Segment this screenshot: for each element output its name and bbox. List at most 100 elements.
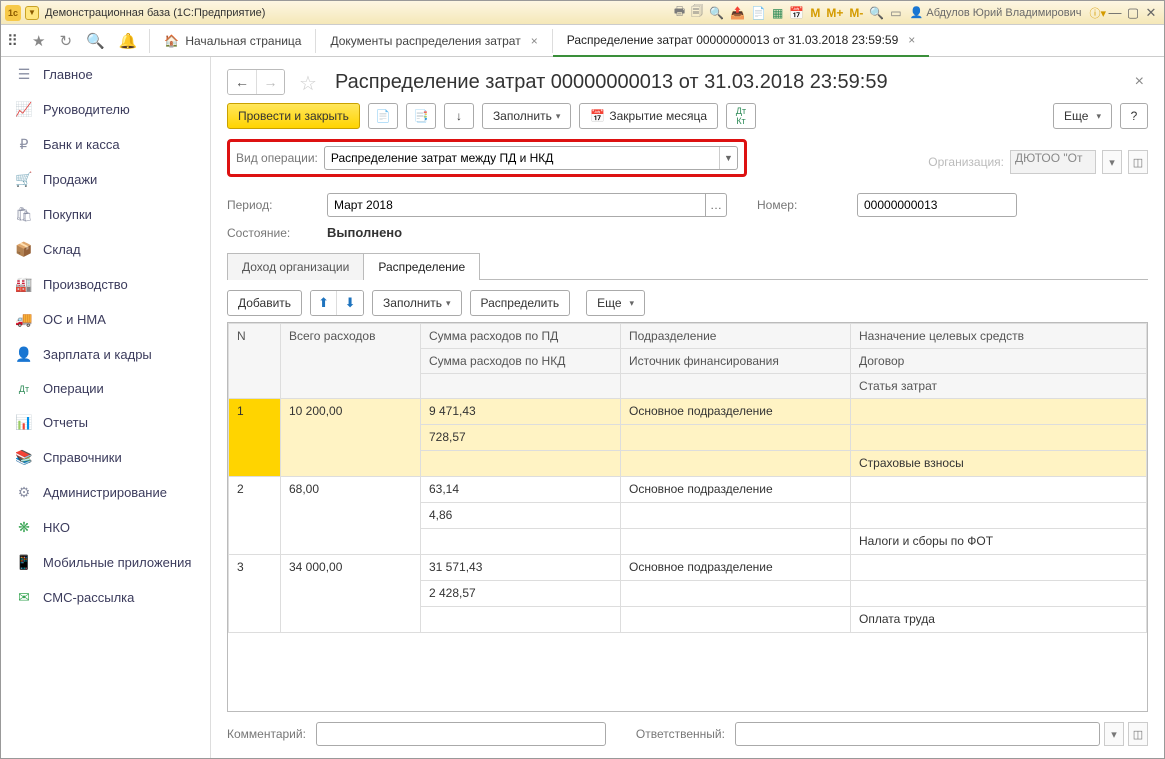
- sidebar-item-hr[interactable]: 👤Зарплата и кадры: [1, 337, 210, 372]
- bell-icon[interactable]: 🔔: [119, 32, 138, 50]
- sidebar-item-bank[interactable]: ₽Банк и касса: [1, 127, 210, 162]
- cell-nkd[interactable]: 2 428,57: [421, 581, 621, 607]
- nav-back-button[interactable]: ←: [228, 70, 256, 94]
- col-src[interactable]: Источник финансирования: [621, 349, 851, 374]
- history-icon[interactable]: ↻: [59, 32, 72, 50]
- favorite-star-icon[interactable]: ★: [32, 32, 45, 50]
- window-restore[interactable]: ▢: [1124, 5, 1142, 21]
- cell-contract[interactable]: [851, 425, 1147, 451]
- tab-current-close[interactable]: ×: [908, 33, 915, 47]
- mem-mminus[interactable]: M-: [849, 6, 863, 20]
- sidebar-item-admin[interactable]: ⚙Администрирование: [1, 475, 210, 510]
- calendar-icon[interactable]: 📅: [789, 6, 804, 20]
- cell-pd[interactable]: 9 471,43: [421, 399, 621, 425]
- organization-open[interactable]: ◫: [1128, 150, 1148, 174]
- cell-src[interactable]: [621, 503, 851, 529]
- tab-distribution[interactable]: Распределение: [363, 253, 480, 280]
- tab-income[interactable]: Доход организации: [227, 253, 364, 280]
- sidebar-item-warehouse[interactable]: 📦Склад: [1, 232, 210, 267]
- down-button[interactable]: ↓: [444, 103, 474, 129]
- cell-nkd[interactable]: 4,86: [421, 503, 621, 529]
- add-row-button[interactable]: Добавить: [227, 290, 302, 316]
- col-purpose[interactable]: Назначение целевых средств: [851, 324, 1147, 349]
- comment-input[interactable]: [316, 722, 606, 746]
- table-more-button[interactable]: Еще: [586, 290, 645, 316]
- col-n[interactable]: N: [229, 324, 281, 399]
- sidebar-item-sms[interactable]: ✉СМС-рассылка: [1, 580, 210, 615]
- cell-cost[interactable]: Страховые взносы: [851, 451, 1147, 477]
- table-row[interactable]: 2 68,00 63,14 Основное подразделение: [229, 477, 1147, 503]
- sidebar-item-sales[interactable]: 🛒Продажи: [1, 162, 210, 197]
- cell-n[interactable]: 1: [229, 399, 281, 477]
- sidebar-item-nko[interactable]: ❋НКО: [1, 510, 210, 545]
- tb-icon-4[interactable]: 📤: [730, 6, 745, 20]
- responsible-dropdown[interactable]: ▾: [1104, 722, 1124, 746]
- sidebar-item-main[interactable]: ☰Главное: [1, 57, 210, 92]
- tb-icon-3[interactable]: 🔍: [709, 6, 724, 20]
- cell-total[interactable]: 34 000,00: [281, 555, 421, 633]
- organization-field[interactable]: ДЮТОО "От: [1010, 150, 1096, 174]
- sidebar-item-catalogs[interactable]: 📚Справочники: [1, 440, 210, 475]
- cell-pd[interactable]: 63,14: [421, 477, 621, 503]
- cell-contract[interactable]: [851, 503, 1147, 529]
- help-button[interactable]: ?: [1120, 103, 1148, 129]
- tab-documents[interactable]: Документы распределения затрат ×: [316, 25, 551, 57]
- sidebar-item-assets[interactable]: 🚚ОС и НМА: [1, 302, 210, 337]
- tab-home[interactable]: 🏠 Начальная страница: [150, 25, 315, 57]
- mem-mplus[interactable]: M+: [826, 6, 843, 20]
- cell-dept[interactable]: Основное подразделение: [621, 399, 851, 425]
- nav-forward-button[interactable]: →: [256, 70, 284, 94]
- fill-button[interactable]: Заполнить ▾: [482, 103, 571, 129]
- more-button[interactable]: Еще: [1053, 103, 1112, 129]
- cell-n[interactable]: 3: [229, 555, 281, 633]
- cell-purpose[interactable]: [851, 477, 1147, 503]
- cell-src[interactable]: [621, 425, 851, 451]
- tb-icon-5[interactable]: 📄: [751, 6, 766, 20]
- cell-purpose[interactable]: [851, 399, 1147, 425]
- table-row[interactable]: 1 10 200,00 9 471,43 Основное подразделе…: [229, 399, 1147, 425]
- period-picker-button[interactable]: …: [705, 193, 727, 217]
- favorite-toggle-icon[interactable]: ☆: [299, 71, 321, 93]
- close-month-button[interactable]: 📅 Закрытие месяца: [579, 103, 718, 129]
- cell-n[interactable]: 2: [229, 477, 281, 555]
- responsible-open[interactable]: ◫: [1128, 722, 1148, 746]
- sidebar-item-production[interactable]: 🏭Производство: [1, 267, 210, 302]
- sidebar-item-operations[interactable]: ДтОперации: [1, 372, 210, 405]
- col-cost[interactable]: Статья затрат: [851, 374, 1147, 399]
- responsible-input[interactable]: [735, 722, 1100, 746]
- post-button[interactable]: 📑: [406, 103, 436, 129]
- col-pd[interactable]: Сумма расходов по ПД: [421, 324, 621, 349]
- cell-pd[interactable]: 31 571,43: [421, 555, 621, 581]
- operation-type-combo[interactable]: ▼: [324, 146, 738, 170]
- number-input[interactable]: [857, 193, 1017, 217]
- tb-icon-6[interactable]: ▦: [772, 6, 783, 20]
- sidebar-item-mobile[interactable]: 📱Мобильные приложения: [1, 545, 210, 580]
- save-button[interactable]: 📄: [368, 103, 398, 129]
- cell-cost[interactable]: Налоги и сборы по ФОТ: [851, 529, 1147, 555]
- tb-icon-book[interactable]: ▭: [890, 6, 901, 20]
- move-down-button[interactable]: ⬇: [337, 291, 363, 315]
- tab-documents-close[interactable]: ×: [531, 34, 538, 48]
- cell-total[interactable]: 10 200,00: [281, 399, 421, 477]
- move-up-button[interactable]: ⬆: [311, 291, 337, 315]
- table-row[interactable]: 3 34 000,00 31 571,43 Основное подраздел…: [229, 555, 1147, 581]
- cell-total[interactable]: 68,00: [281, 477, 421, 555]
- cell-cost[interactable]: Оплата труда: [851, 607, 1147, 633]
- col-total[interactable]: Всего расходов: [281, 324, 421, 399]
- window-minimize[interactable]: —: [1106, 5, 1124, 20]
- tb-icon-2[interactable]: 🗐: [691, 2, 703, 23]
- cell-purpose[interactable]: [851, 555, 1147, 581]
- tb-icon-zoom[interactable]: 🔍: [869, 6, 884, 20]
- sidebar-item-manager[interactable]: 📈Руководителю: [1, 92, 210, 127]
- cell-dept[interactable]: Основное подразделение: [621, 555, 851, 581]
- window-close[interactable]: ✕: [1142, 5, 1160, 21]
- cell-nkd[interactable]: 728,57: [421, 425, 621, 451]
- col-nkd[interactable]: Сумма расходов по НКД: [421, 349, 621, 374]
- post-and-close-button[interactable]: Провести и закрыть: [227, 103, 360, 129]
- cell-src[interactable]: [621, 581, 851, 607]
- distribute-button[interactable]: Распределить: [470, 290, 571, 316]
- mem-m[interactable]: M: [810, 6, 820, 20]
- search-icon[interactable]: 🔍: [86, 32, 105, 50]
- sidebar-item-reports[interactable]: 📊Отчеты: [1, 405, 210, 440]
- cell-dept[interactable]: Основное подразделение: [621, 477, 851, 503]
